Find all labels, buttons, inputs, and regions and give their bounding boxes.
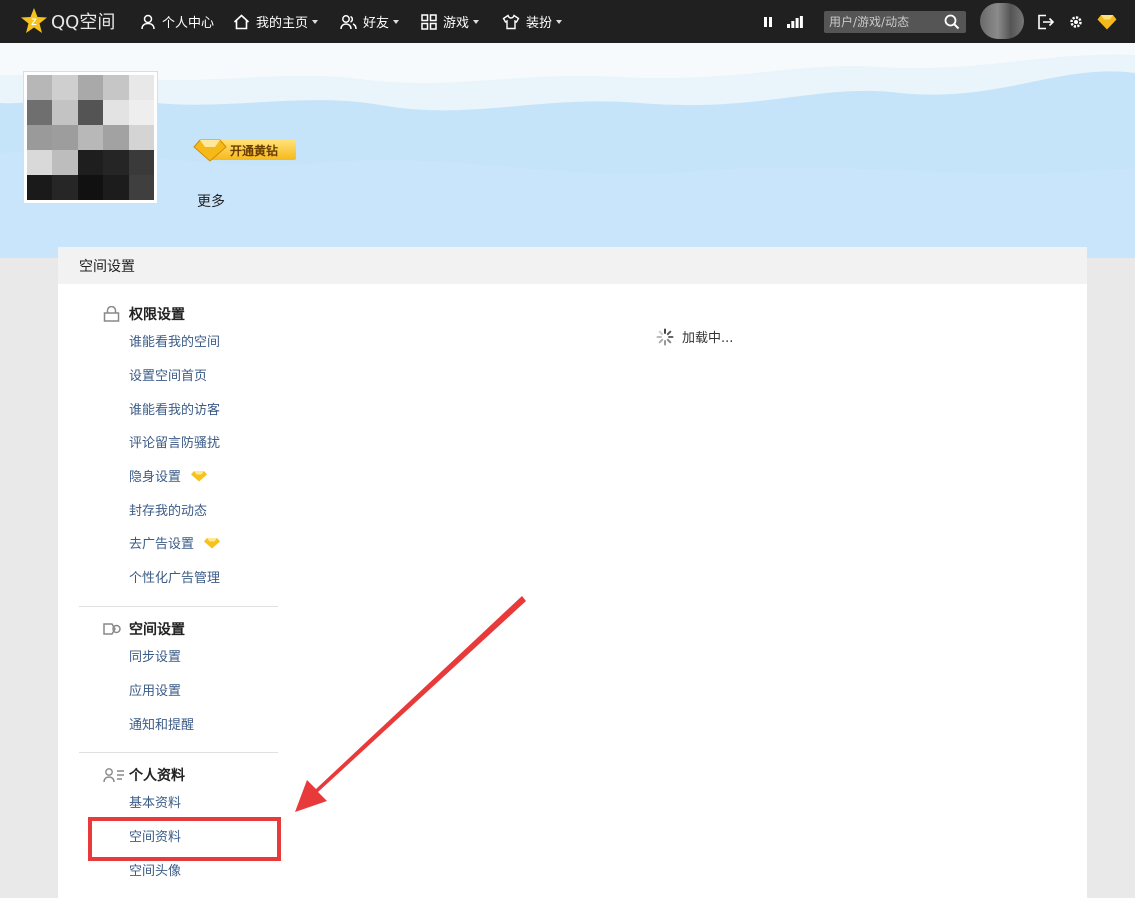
person-icon	[140, 14, 156, 30]
nav-friends[interactable]: 好友	[340, 0, 399, 43]
menu-label: 去广告设置	[129, 533, 194, 552]
search-input[interactable]	[824, 11, 942, 33]
profile-header-banner: 开通黄钻 更多	[0, 43, 1135, 258]
nav-decoration[interactable]: 装扮	[502, 0, 562, 43]
settings-panel: 空间设置 权限设置 谁能看我的空间 设置空间首页 谁能看我的访客 评论留言防骚扰…	[58, 247, 1087, 898]
user-avatar[interactable]	[980, 3, 1024, 39]
panel-title: 空间设置	[79, 256, 135, 276]
menu-comment-anti-harassment[interactable]: 评论留言防骚扰	[79, 425, 278, 459]
menu-label: 设置空间首页	[129, 365, 207, 384]
svg-text:Z: Z	[31, 17, 37, 27]
top-navigation-bar: Z QQ空间 个人中心 我的主页 好友 游戏 装扮	[0, 0, 1135, 43]
settings-sidebar: 权限设置 谁能看我的空间 设置空间首页 谁能看我的访客 评论留言防骚扰 隐身设置…	[79, 284, 278, 886]
panel-header: 空间设置	[58, 247, 1087, 284]
diamond-icon	[193, 138, 227, 162]
gear-icon[interactable]	[1066, 12, 1086, 32]
open-yellow-diamond-button[interactable]: 开通黄钻	[193, 138, 296, 162]
spinner-icon	[656, 328, 674, 346]
menu-label: 评论留言防骚扰	[129, 432, 220, 451]
logo-text: QQ空间	[51, 8, 115, 34]
more-link[interactable]: 更多	[197, 191, 225, 211]
pause-icon[interactable]	[758, 12, 778, 32]
menu-label: 同步设置	[129, 646, 181, 665]
wave-background	[0, 43, 1135, 258]
vip-diamond-icon	[203, 537, 221, 549]
menu-label: 封存我的动态	[129, 500, 207, 519]
section-title: 个人资料	[79, 765, 278, 785]
menu-label: 通知和提醒	[129, 714, 194, 733]
home-icon	[233, 14, 250, 30]
section-space-settings: 空间设置 同步设置 应用设置 通知和提醒	[79, 606, 278, 752]
nav-label: 游戏	[443, 12, 469, 31]
menu-sync-settings[interactable]: 同步设置	[79, 639, 278, 673]
menu-personalized-ads[interactable]: 个性化广告管理	[79, 560, 278, 594]
lock-icon	[103, 306, 120, 322]
menu-label: 谁能看我的访客	[129, 399, 220, 418]
gear-tag-icon	[103, 621, 122, 637]
menu-set-space-homepage[interactable]: 设置空间首页	[79, 358, 278, 392]
highlight-box	[88, 817, 281, 861]
tshirt-icon	[502, 14, 520, 30]
nav-personal-center[interactable]: 个人中心	[140, 0, 214, 43]
menu-label: 基本资料	[129, 792, 181, 811]
menu-notifications-reminders[interactable]: 通知和提醒	[79, 706, 278, 740]
menu-basic-profile[interactable]: 基本资料	[79, 785, 278, 819]
nav-label: 个人中心	[162, 12, 214, 31]
profile-card-icon	[103, 767, 125, 783]
friends-icon	[340, 14, 357, 30]
menu-label: 隐身设置	[129, 466, 181, 485]
star-logo-icon: Z	[20, 7, 48, 35]
menu-who-can-see-space[interactable]: 谁能看我的空间	[79, 324, 278, 358]
loading-indicator: 加载中...	[656, 327, 733, 346]
nav-label: 装扮	[526, 12, 552, 31]
menu-label: 应用设置	[129, 680, 181, 699]
menu-invisible-settings[interactable]: 隐身设置	[79, 459, 278, 493]
nav-label: 我的主页	[256, 12, 308, 31]
menu-archive-my-feed[interactable]: 封存我的动态	[79, 492, 278, 526]
section-permissions: 权限设置 谁能看我的空间 设置空间首页 谁能看我的访客 评论留言防骚扰 隐身设置…	[79, 284, 278, 606]
menu-label: 谁能看我的空间	[129, 331, 220, 350]
search-icon[interactable]	[944, 14, 960, 30]
qzone-logo[interactable]: Z QQ空间	[20, 5, 115, 37]
avatar-mosaic-image	[27, 75, 154, 200]
chevron-down-icon	[556, 20, 562, 24]
signal-bars-icon[interactable]	[785, 12, 805, 32]
menu-who-can-see-visitors[interactable]: 谁能看我的访客	[79, 391, 278, 425]
chevron-down-icon	[473, 20, 479, 24]
profile-avatar[interactable]	[23, 71, 158, 204]
menu-label: 空间头像	[129, 860, 181, 879]
menu-app-settings[interactable]: 应用设置	[79, 673, 278, 707]
nav-label: 好友	[363, 12, 389, 31]
section-title: 空间设置	[79, 619, 278, 639]
loading-text: 加载中...	[682, 327, 733, 346]
diamond-icon[interactable]	[1097, 12, 1117, 32]
nav-games[interactable]: 游戏	[421, 0, 479, 43]
logout-icon[interactable]	[1035, 12, 1055, 32]
menu-label: 个性化广告管理	[129, 567, 220, 586]
chevron-down-icon	[393, 20, 399, 24]
menu-remove-ads[interactable]: 去广告设置	[79, 526, 278, 560]
nav-my-homepage[interactable]: 我的主页	[233, 0, 318, 43]
section-title: 权限设置	[79, 304, 278, 324]
games-grid-icon	[421, 14, 437, 30]
search-bar	[824, 11, 966, 33]
vip-diamond-icon	[190, 470, 208, 482]
chevron-down-icon	[312, 20, 318, 24]
